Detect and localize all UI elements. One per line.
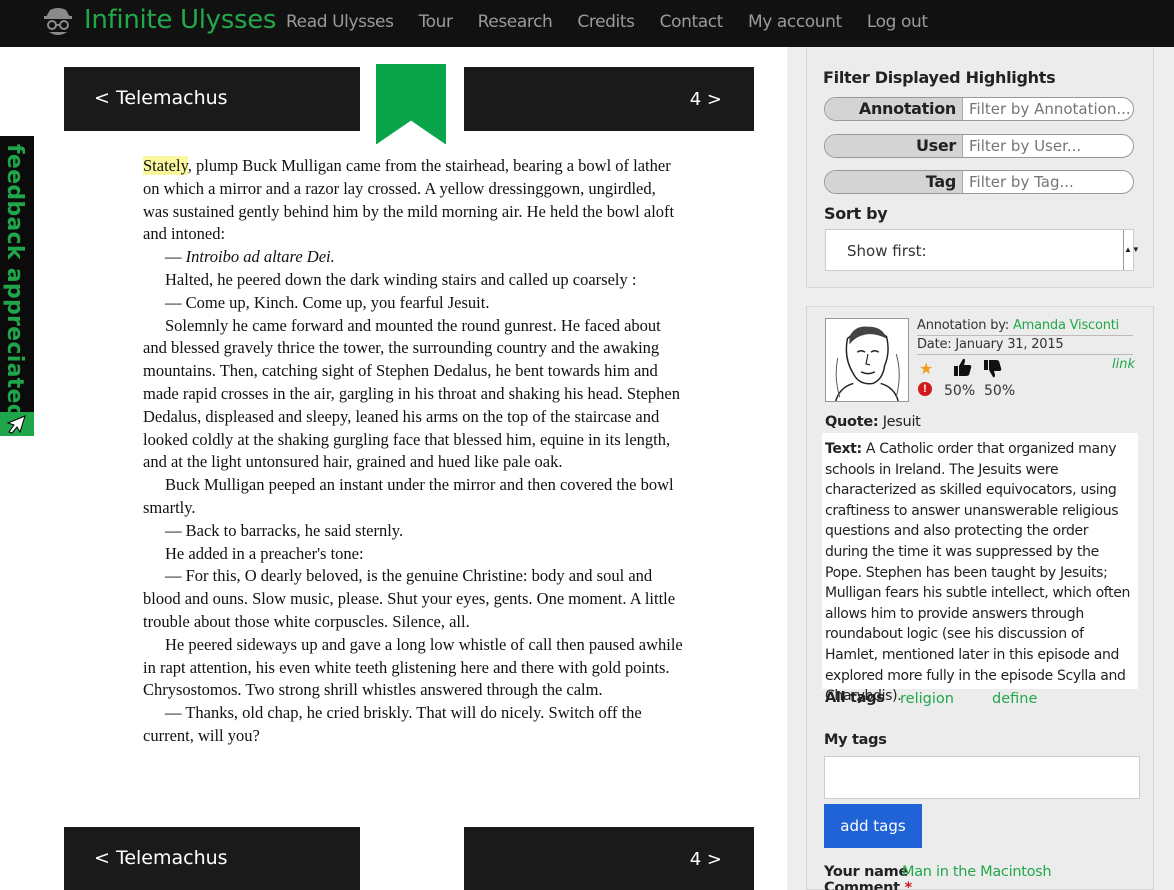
paragraph: — Introibo ad altare Dei. (165, 247, 335, 267)
paragraph: — Back to barracks, he said sternly. (165, 520, 404, 540)
prev-chapter-link[interactable]: < Telemachus (94, 847, 228, 869)
avatar[interactable] (825, 318, 909, 402)
feedback-tab[interactable]: feedback appreciated! (0, 136, 34, 436)
nav-contact[interactable]: Contact (660, 12, 724, 32)
select-arrows-icon: ▲▼ (1123, 230, 1140, 270)
tag-filter-label: Tag (825, 171, 963, 193)
annotation-quote: Quote: Jesuit (825, 414, 921, 430)
next-page-link[interactable]: 4 > (690, 89, 722, 110)
star-icon[interactable]: ★ (919, 359, 933, 379)
thumbs-up-icon[interactable] (953, 357, 973, 377)
top-navbar: Infinite Ulysses Read Ulysses Tour Resea… (0, 0, 1174, 47)
sort-select-value: Show first: (847, 242, 927, 260)
feedback-label: feedback appreciated! (2, 144, 27, 431)
paragraph: Solemnly he came forward and mounted the… (143, 315, 680, 472)
annotation-filter-input[interactable] (965, 98, 1133, 120)
nav-tour[interactable]: Tour (419, 12, 453, 32)
highlighted-word[interactable]: Stately (143, 156, 188, 175)
sort-select[interactable]: Show first: ▲▼ (825, 229, 1140, 271)
nav-log-out[interactable]: Log out (867, 12, 928, 32)
tag-link[interactable]: religion (900, 691, 954, 707)
my-tags-input[interactable] (824, 756, 1140, 799)
nav-research[interactable]: Research (478, 12, 553, 32)
downvote-percent: 50% (984, 383, 1016, 399)
annotation-filter-label: Annotation (825, 98, 963, 120)
annotation-text: Text: A Catholic order that organized ma… (822, 433, 1138, 704)
tag-filter: Tag (824, 170, 1134, 194)
paragraph: He added in a preacher's tone: (165, 543, 364, 563)
user-filter: User (824, 134, 1134, 158)
paragraph: Stately, plump Buck Mulligan came from t… (143, 156, 675, 244)
add-tags-button[interactable]: add tags (824, 804, 922, 848)
nav-credits[interactable]: Credits (577, 12, 635, 32)
thumbs-down-icon[interactable] (983, 359, 1003, 379)
my-tags-label: My tags (824, 732, 887, 748)
next-page-link[interactable]: 4 > (690, 849, 722, 870)
cursor-arrow-icon[interactable] (0, 412, 34, 436)
paragraph: — Come up, Kinch. Come up, you fearful J… (165, 292, 490, 312)
brand-title[interactable]: Infinite Ulysses (84, 5, 276, 35)
your-name-value: Man in the Macintosh (902, 864, 1052, 880)
paragraph: — Thanks, old chap, he cried briskly. Th… (143, 703, 642, 745)
chapter-bar-bottom: < Telemachus 4 > (64, 827, 754, 890)
your-name-label: Your name (824, 864, 909, 880)
nav-read-ulysses[interactable]: Read Ulysses (286, 12, 394, 32)
annotation-author: Annotation by: Amanda Visconti (917, 318, 1133, 336)
annotation-date: Date: January 31, 2015 (917, 337, 1133, 355)
paragraph: Buck Mulligan peeped an instant under th… (143, 475, 674, 517)
permalink[interactable]: link (1112, 357, 1135, 372)
tag-link[interactable]: define (992, 691, 1037, 707)
main-nav: Read Ulysses Tour Research Credits Conta… (286, 12, 953, 32)
tag-filter-input[interactable] (965, 171, 1133, 193)
author-link[interactable]: Amanda Visconti (1013, 318, 1119, 333)
comment-label: Comment * (824, 880, 912, 890)
spy-logo-icon[interactable] (43, 4, 73, 36)
all-tags-label: All tags (825, 690, 885, 706)
paragraph: Halted, he peered down the dark winding … (165, 269, 637, 289)
ulysses-text: Stately, plump Buck Mulligan came from t… (143, 155, 683, 748)
flag-alert-icon[interactable]: ! (918, 382, 932, 396)
bookmark-icon[interactable] (376, 64, 446, 144)
paragraph: — For this, O dearly beloved, is the gen… (143, 566, 676, 631)
upvote-percent: 50% (944, 383, 976, 399)
user-filter-input[interactable] (965, 135, 1133, 157)
prev-chapter-link[interactable]: < Telemachus (94, 87, 228, 109)
paragraph: He peered sideways up and gave a long lo… (143, 634, 683, 700)
filter-heading: Filter Displayed Highlights (823, 68, 1056, 87)
sort-heading: Sort by (824, 204, 888, 223)
annotation-filter: Annotation (824, 97, 1134, 121)
nav-my-account[interactable]: My account (748, 12, 842, 32)
user-filter-label: User (825, 135, 963, 157)
